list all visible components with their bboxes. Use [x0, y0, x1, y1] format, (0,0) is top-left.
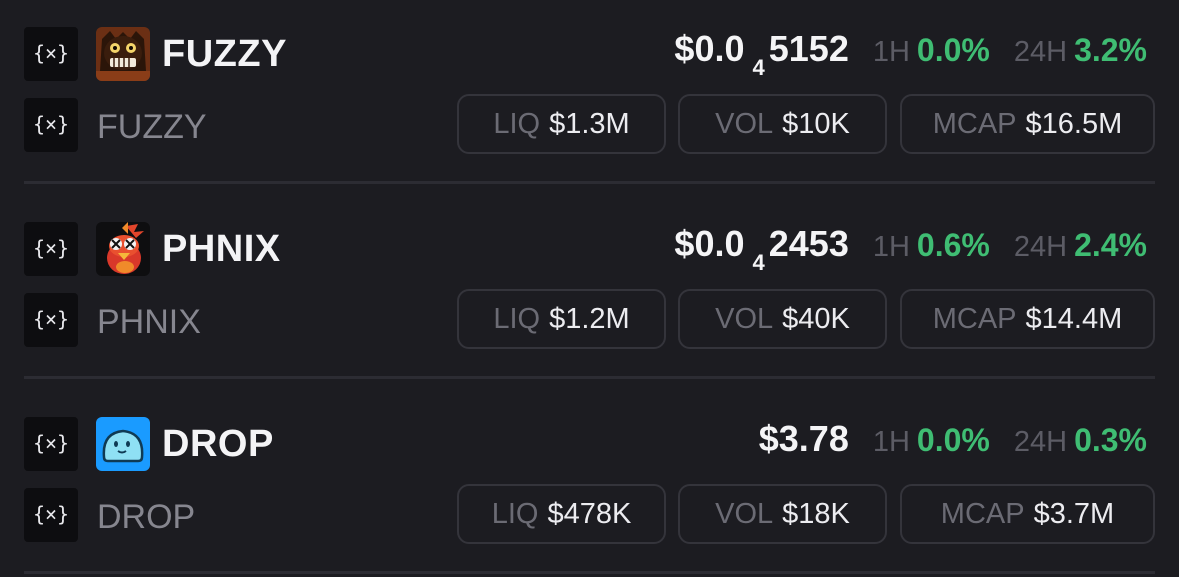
- token-row-fuzzy[interactable]: {×} FUZZY $0.0 4 5152 1H 0.0% 24H 3.2% {…: [0, 0, 1179, 195]
- liq-label: LIQ: [491, 497, 539, 530]
- price-main: $3.78: [758, 418, 849, 459]
- price-zero-count: 4: [752, 250, 765, 275]
- svg-text:{×}: {×}: [33, 114, 69, 136]
- svg-text:{×}: {×}: [33, 238, 69, 260]
- h24-label: 24H: [1013, 36, 1068, 68]
- token-symbol: PHNIX: [162, 228, 281, 270]
- curly-brace-x-icon: {×}: [24, 27, 78, 81]
- liq-value: $478K: [547, 497, 632, 530]
- liquidity-pill: LIQ $478K: [457, 484, 666, 544]
- token-symbol: DROP: [162, 423, 274, 465]
- svg-text:{×}: {×}: [33, 309, 69, 331]
- h24-change: 3.2%: [1074, 32, 1147, 68]
- curly-brace-x-icon: {×}: [24, 293, 78, 347]
- h24-label: 24H: [1013, 231, 1068, 263]
- h24-change: 0.3%: [1074, 422, 1147, 458]
- curly-brace-x-icon: {×}: [24, 98, 78, 152]
- curly-brace-x-icon: {×}: [24, 488, 78, 542]
- mcap-value: $3.7M: [1033, 497, 1115, 530]
- svg-text:{×}: {×}: [33, 433, 69, 455]
- mcap-label: MCAP: [932, 107, 1017, 140]
- liquidity-pill: LIQ $1.3M: [457, 94, 666, 154]
- token-price: $0.0 4 5152: [674, 28, 849, 79]
- market-cap-pill: MCAP $14.4M: [900, 289, 1155, 349]
- liq-label: LIQ: [493, 302, 541, 335]
- token-name: PHNIX: [97, 303, 201, 341]
- liquidity-pill: LIQ $1.2M: [457, 289, 666, 349]
- liq-value: $1.3M: [549, 107, 630, 140]
- market-cap-pill: MCAP $16.5M: [900, 94, 1155, 154]
- h1-label: 1H: [872, 36, 910, 68]
- price-tail: 2453: [768, 223, 849, 264]
- blue-drop-avatar-icon: [96, 417, 150, 471]
- svg-text:{×}: {×}: [33, 504, 69, 526]
- token-price: $3.78: [759, 421, 849, 457]
- token-price: $0.0 4 2453: [674, 223, 849, 274]
- token-symbol: FUZZY: [162, 33, 287, 75]
- price-tail: 5152: [768, 28, 849, 69]
- h1-change: 0.6%: [916, 227, 990, 263]
- volume-pill: VOL $18K: [678, 484, 887, 544]
- h1-change: 0.0%: [916, 422, 990, 458]
- mcap-value: $14.4M: [1025, 302, 1123, 335]
- mcap-value: $16.5M: [1025, 107, 1123, 140]
- volume-pill: VOL $40K: [678, 289, 887, 349]
- market-cap-pill: MCAP $3.7M: [900, 484, 1155, 544]
- token-name: DROP: [97, 498, 196, 536]
- price-zero-count: 4: [752, 55, 765, 80]
- vol-label: VOL: [715, 107, 774, 140]
- token-list: {×} FUZZY $0.0 4 5152 1H 0.0% 24H 3.2% {…: [0, 0, 1179, 577]
- vol-label: VOL: [715, 497, 774, 530]
- row-divider: [24, 571, 1155, 574]
- h1-label: 1H: [872, 231, 910, 263]
- vol-label: VOL: [715, 302, 774, 335]
- vol-value: $10K: [782, 107, 850, 140]
- phoenix-bird-avatar-icon: [96, 222, 150, 276]
- vol-value: $18K: [782, 497, 850, 530]
- fuzzy-monster-avatar-icon: [96, 27, 150, 81]
- h24-label: 24H: [1013, 426, 1068, 458]
- token-row-drop[interactable]: {×} DROP $3.78 1H 0.0% 24H 0.3% {×} DROP: [0, 390, 1179, 577]
- price-main: $0.0: [674, 28, 745, 69]
- row-divider: [24, 181, 1155, 184]
- mcap-label: MCAP: [932, 302, 1017, 335]
- vol-value: $40K: [782, 302, 850, 335]
- mcap-label: MCAP: [940, 497, 1025, 530]
- curly-brace-x-icon: {×}: [24, 222, 78, 276]
- price-main: $0.0: [674, 223, 745, 264]
- svg-text:{×}: {×}: [33, 43, 69, 65]
- curly-brace-x-icon: {×}: [24, 417, 78, 471]
- price-change-line: $3.78 1H 0.0% 24H 0.3%: [759, 421, 1147, 459]
- h24-change: 2.4%: [1074, 227, 1147, 263]
- row-divider: [24, 376, 1155, 379]
- price-change-line: $0.0 4 2453 1H 0.6% 24H 2.4%: [674, 223, 1147, 274]
- price-change-line: $0.0 4 5152 1H 0.0% 24H 3.2%: [674, 28, 1147, 79]
- h1-label: 1H: [872, 426, 910, 458]
- h1-change: 0.0%: [916, 32, 990, 68]
- token-row-phnix[interactable]: {×} PHNIX $0.0 4 2453 1H 0.6% 24H 2.4% {…: [0, 195, 1179, 390]
- liq-label: LIQ: [493, 107, 541, 140]
- token-name: FUZZY: [97, 108, 207, 146]
- volume-pill: VOL $10K: [678, 94, 887, 154]
- liq-value: $1.2M: [549, 302, 630, 335]
